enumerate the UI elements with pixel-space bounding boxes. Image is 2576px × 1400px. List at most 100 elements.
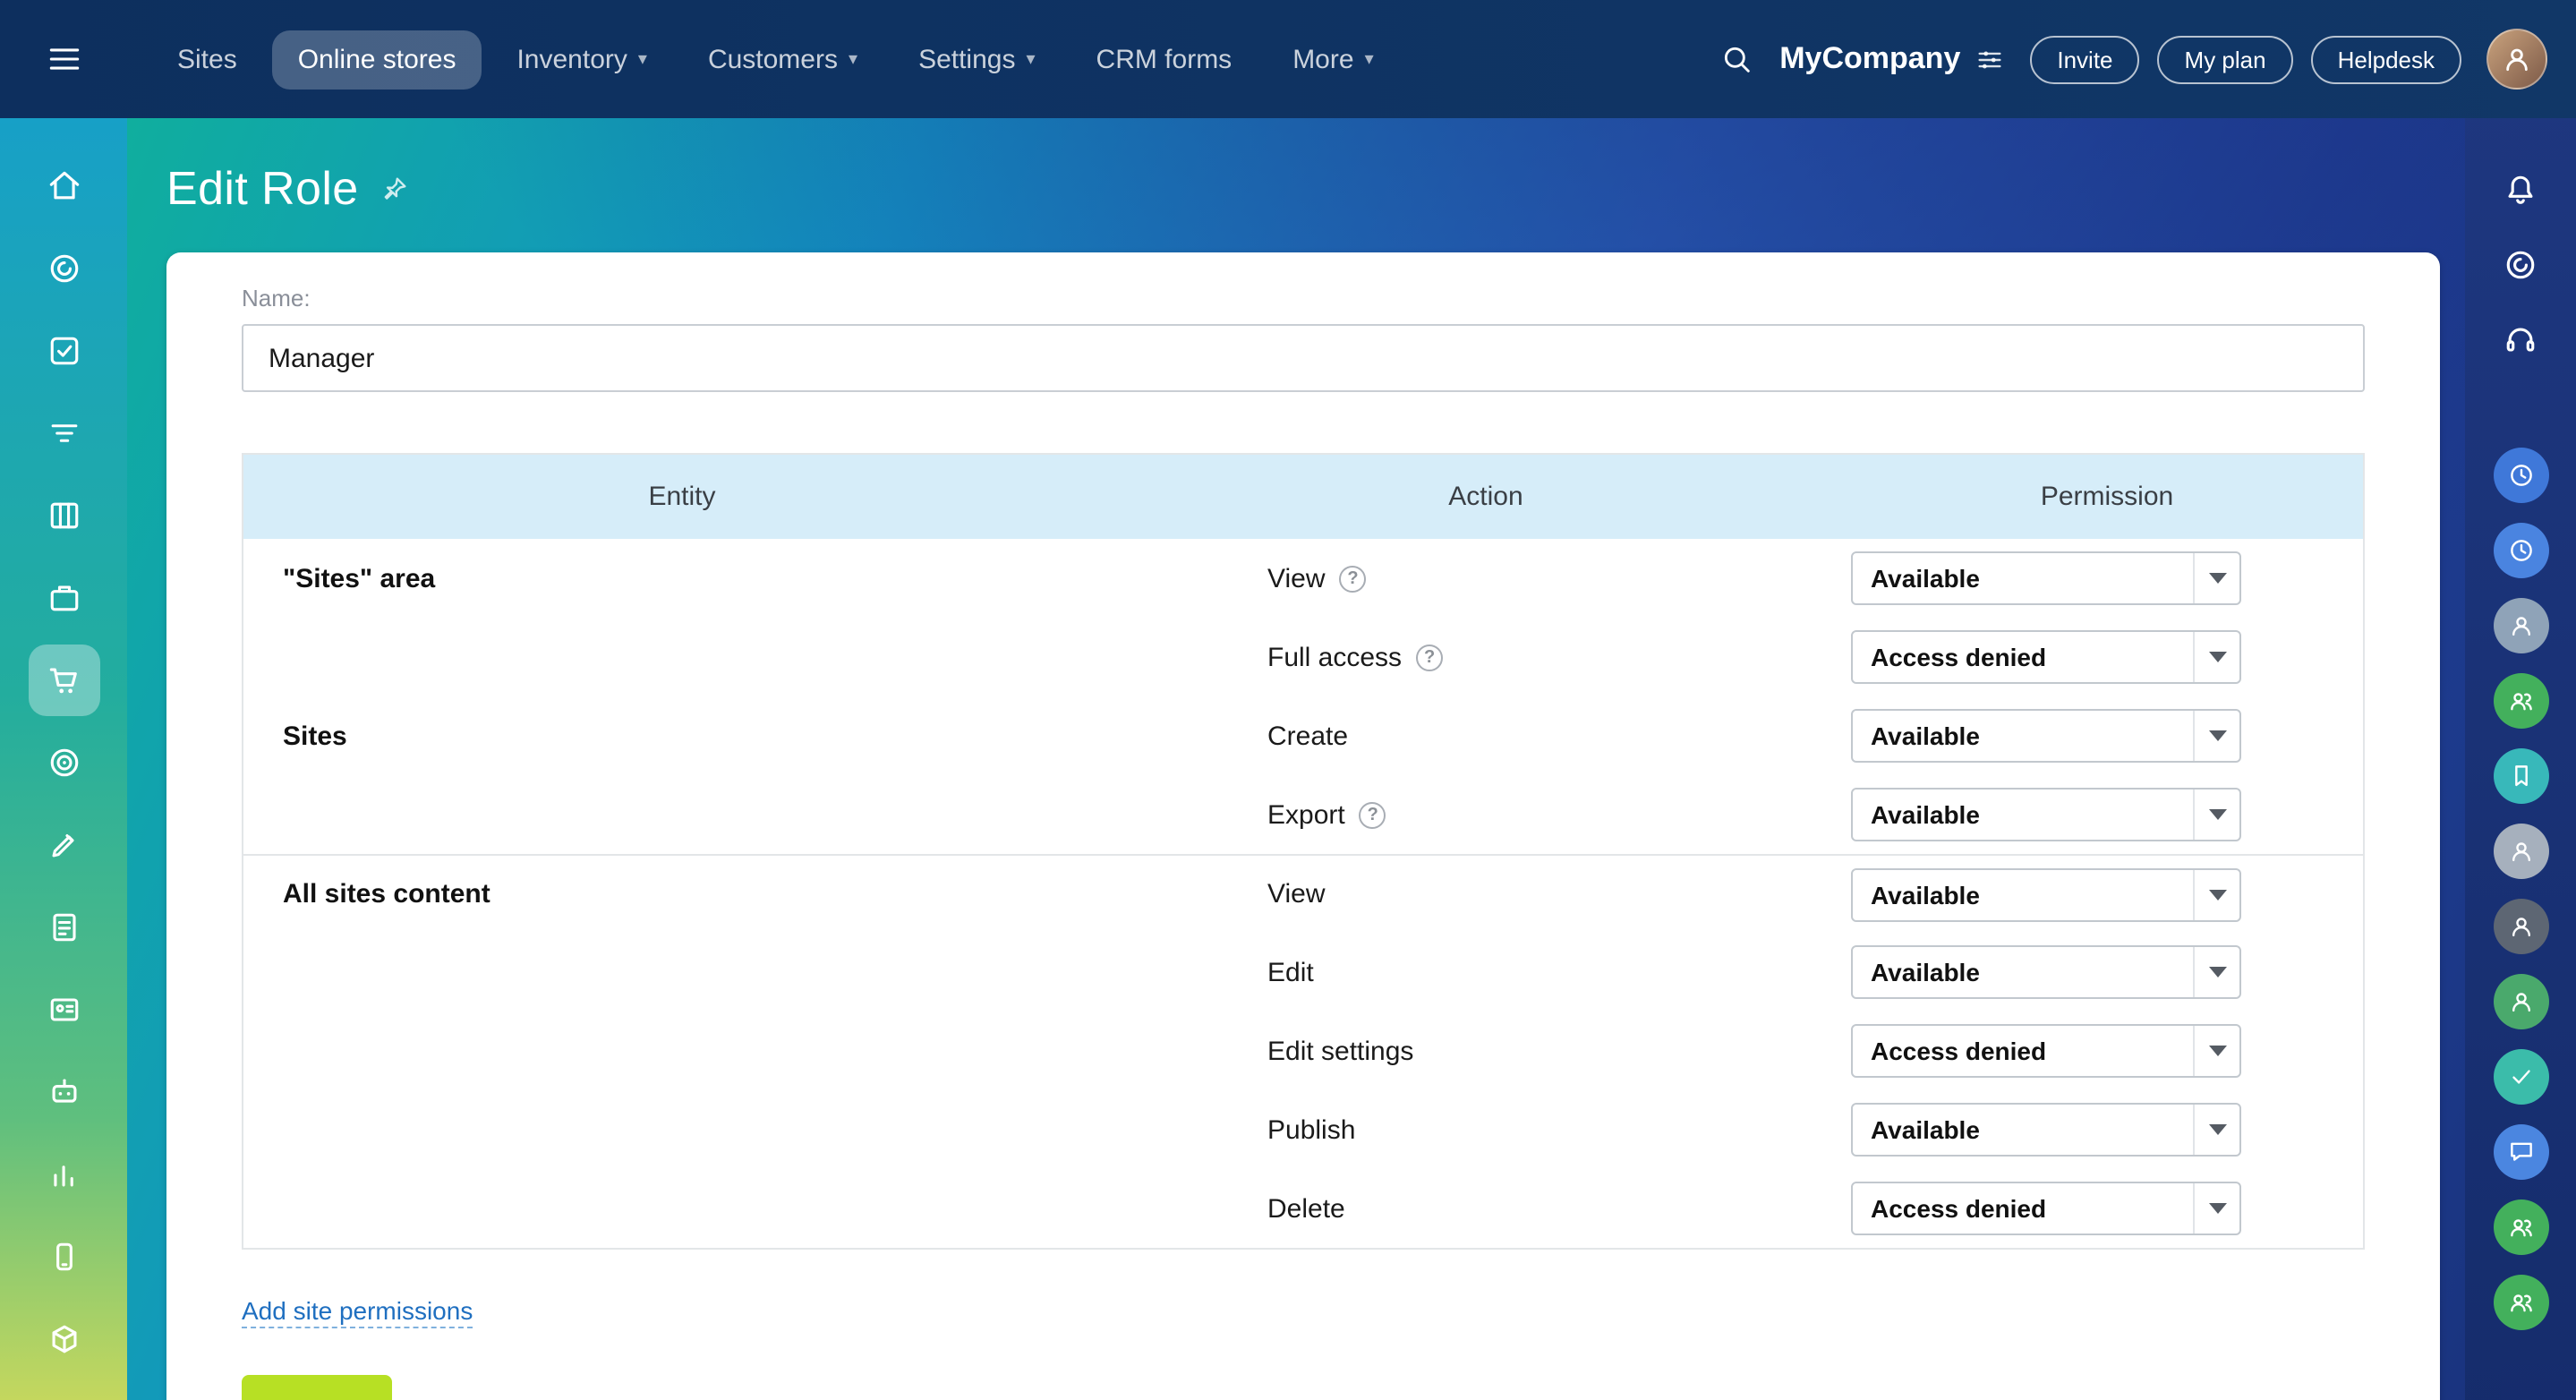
sidebar-item-marketing[interactable] — [28, 727, 99, 798]
pin-icon[interactable] — [380, 174, 411, 204]
page-title: Edit Role — [166, 161, 359, 217]
chevron-down-icon — [2193, 632, 2239, 682]
sidebar-item-online-store[interactable] — [28, 645, 99, 716]
e-sign-icon — [44, 825, 83, 865]
nav-item-online-stores[interactable]: Online stores — [273, 30, 482, 89]
chevron-down-icon — [2193, 1183, 2239, 1234]
entity-cell: All sites content — [243, 879, 1121, 909]
permission-value: Access denied — [1853, 1037, 2193, 1065]
chevron-down-icon: ▾ — [638, 49, 647, 69]
help-question-icon[interactable]: ? — [1416, 644, 1443, 670]
rail-item-avatar-4[interactable] — [2493, 974, 2548, 1029]
sidebar-item-projects[interactable] — [28, 480, 99, 551]
chevron-down-icon — [2193, 869, 2239, 919]
sliders-icon — [1975, 44, 2005, 74]
rail-item-tasks-check[interactable] — [2493, 1049, 2548, 1105]
permission-dropdown[interactable]: Access denied — [1851, 1182, 2241, 1235]
bell-icon — [2501, 169, 2540, 209]
nav-item-more[interactable]: More▾ — [1267, 30, 1398, 89]
nav-item-settings[interactable]: Settings▾ — [893, 30, 1060, 89]
permission-cell: Access denied — [1851, 630, 2363, 684]
top-navigation: SitesOnline stores Inventory ▾ Customers▾Se… — [152, 30, 1399, 89]
sidebar-item-analytics[interactable] — [28, 1139, 99, 1210]
rail-item-users-group-1[interactable] — [2493, 673, 2548, 729]
chevron-down-icon — [2193, 1026, 2239, 1076]
help-question-icon[interactable]: ? — [1360, 801, 1386, 828]
bookmark-icon — [2505, 761, 2536, 791]
rail-item-avatar-2[interactable] — [2493, 824, 2548, 879]
permission-cell: Available — [1851, 1103, 2363, 1157]
permission-row: "Sites" areaView?Available — [243, 539, 2363, 618]
chat-icon — [2505, 1137, 2536, 1167]
role-name-input[interactable] — [242, 324, 2365, 392]
rail-item-avatar-3[interactable] — [2493, 899, 2548, 954]
permission-cell: Available — [1851, 788, 2363, 841]
helpdesk-button[interactable]: Helpdesk — [2311, 35, 2461, 83]
chevron-down-icon — [2193, 1105, 2239, 1155]
rail-item-users-group-3[interactable] — [2493, 1275, 2548, 1330]
sidebar-item-market[interactable] — [28, 1303, 99, 1375]
rail-item-copilot[interactable] — [2493, 236, 2548, 292]
form-actions: SAVE CANCEL — [242, 1375, 2365, 1400]
rail-item-time-tracker[interactable] — [2493, 523, 2548, 578]
permission-dropdown[interactable]: Access denied — [1851, 1024, 2241, 1078]
invite-button[interactable]: Invite — [2030, 35, 2139, 83]
clock-icon — [2505, 460, 2536, 491]
nav-item-label: CRM forms — [1096, 44, 1233, 74]
permission-dropdown[interactable]: Available — [1851, 788, 2241, 841]
rail-item-planner[interactable] — [2493, 448, 2548, 503]
docs-icon — [44, 908, 83, 947]
company-switcher[interactable]: MyCompany — [1779, 41, 2005, 77]
sidebar-item-e-sign[interactable] — [28, 809, 99, 881]
sidebar-item-telephony[interactable] — [28, 1221, 99, 1293]
nav-item-crm-forms[interactable]: CRM forms — [1071, 30, 1258, 89]
rail-item-chat[interactable] — [2493, 1124, 2548, 1180]
permission-value: Access denied — [1853, 1194, 2193, 1223]
company-name: MyCompany — [1779, 41, 1960, 77]
nav-item-inventory[interactable]: Inventory ▾ — [491, 30, 671, 89]
nav-item-customers[interactable]: Customers▾ — [683, 30, 883, 89]
sidebar-item-docs[interactable] — [28, 892, 99, 963]
save-button[interactable]: SAVE — [242, 1375, 391, 1400]
people-icon — [2505, 1212, 2536, 1242]
permission-dropdown[interactable]: Available — [1851, 551, 2241, 605]
permission-dropdown[interactable]: Available — [1851, 945, 2241, 999]
rail-item-users-group-2[interactable] — [2493, 1199, 2548, 1255]
crm-icon — [44, 414, 83, 453]
rail-item-support[interactable] — [2493, 312, 2548, 367]
nav-item-label: Inventory — [516, 44, 627, 74]
search-icon[interactable] — [1719, 41, 1754, 77]
my-plan-button[interactable]: My plan — [2158, 35, 2293, 83]
help-question-icon[interactable]: ? — [1340, 565, 1367, 592]
drive-icon — [44, 578, 83, 618]
right-rail — [2465, 118, 2576, 1400]
rail-item-avatar-1[interactable] — [2493, 598, 2548, 653]
person-icon — [2505, 986, 2536, 1017]
permission-dropdown[interactable]: Access denied — [1851, 630, 2241, 684]
sidebar-item-drive[interactable] — [28, 562, 99, 634]
sidebar-item-contact-center[interactable] — [28, 974, 99, 1046]
people-icon — [2505, 686, 2536, 716]
action-cell: Publish — [1121, 1114, 1851, 1145]
permission-dropdown[interactable]: Available — [1851, 1103, 2241, 1157]
rail-item-bookmark[interactable] — [2493, 748, 2548, 804]
sidebar-item-tasks[interactable] — [28, 315, 99, 387]
nav-item-sites[interactable]: Sites — [152, 30, 262, 89]
sidebar-item-automation[interactable] — [28, 1056, 99, 1128]
action-cell: Full access? — [1121, 642, 1851, 672]
permission-value: Available — [1853, 800, 2193, 829]
action-cell: View? — [1121, 563, 1851, 593]
action-label: Create — [1267, 721, 1348, 751]
add-site-permissions-link[interactable]: Add site permissions — [242, 1296, 473, 1328]
user-avatar[interactable] — [2486, 29, 2547, 90]
sidebar-item-home[interactable] — [28, 150, 99, 222]
permission-row: DeleteAccess denied — [243, 1169, 2363, 1248]
rail-item-notifications-bell[interactable] — [2493, 161, 2548, 217]
permission-dropdown[interactable]: Available — [1851, 709, 2241, 763]
hamburger-menu-icon[interactable] — [0, 39, 127, 79]
sidebar-item-crm[interactable] — [28, 397, 99, 469]
permission-dropdown[interactable]: Available — [1851, 867, 2241, 921]
permissions-table-body: "Sites" areaView?AvailableFull access?Ac… — [243, 539, 2363, 1248]
online-store-icon — [44, 661, 83, 700]
sidebar-item-copilot[interactable] — [28, 233, 99, 304]
